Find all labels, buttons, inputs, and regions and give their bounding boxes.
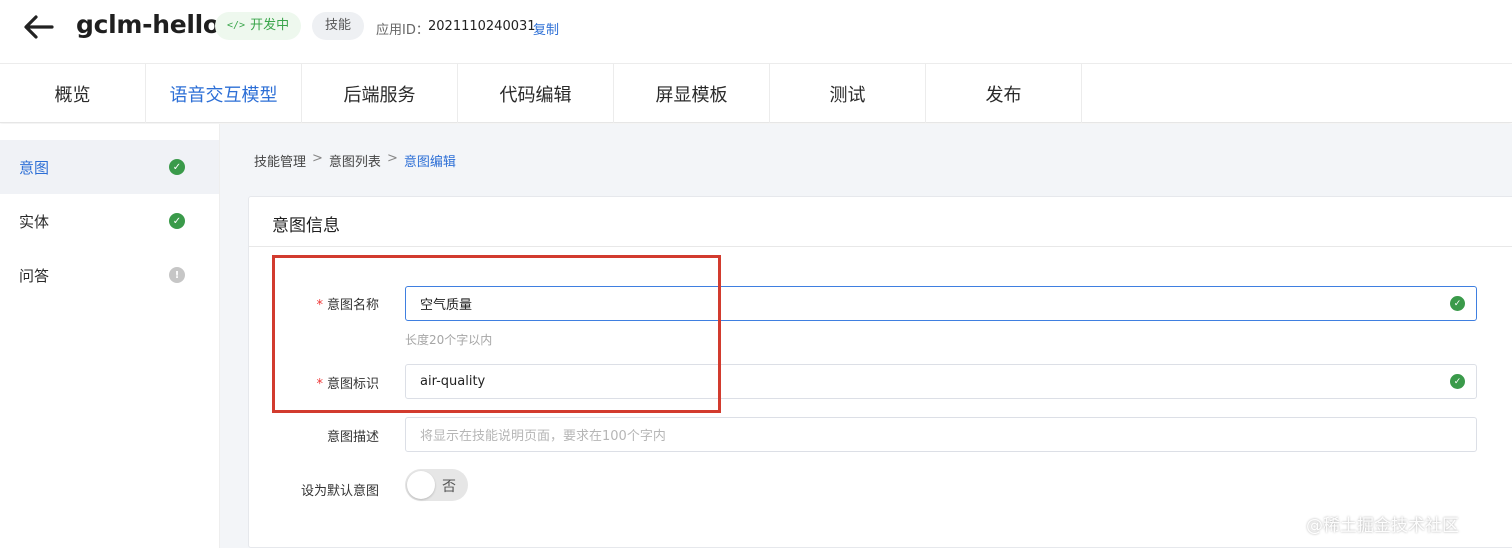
- intent-description-label: 意图描述: [326, 430, 379, 445]
- chevron-right-icon: >: [312, 151, 323, 166]
- intent-description-input[interactable]: 将显示在技能说明页面，要求在100个字内: [405, 417, 1477, 452]
- intent-name-input[interactable]: 空气质量 ✓: [405, 286, 1477, 321]
- code-icon: </>: [227, 20, 246, 31]
- intent-name-value: 空气质量: [420, 298, 473, 313]
- card-title: 意图信息: [272, 216, 340, 236]
- app-header: gclm-hello </> 开发中 技能 应用ID： 202111024003…: [0, 0, 1512, 64]
- type-badge: 技能: [312, 12, 365, 40]
- app-id-value: 2021110240031: [428, 19, 536, 34]
- app-title: gclm-hello: [76, 10, 220, 39]
- breadcrumb-intent-edit: 意图编辑: [403, 155, 456, 170]
- status-badge: </> 开发中: [215, 12, 302, 40]
- sidebar-item-entity[interactable]: 实体 ✓: [0, 194, 219, 248]
- breadcrumb-skill-management[interactable]: 技能管理: [254, 151, 306, 170]
- check-circle-icon: ✓: [169, 213, 185, 229]
- required-mark: *: [316, 377, 323, 392]
- chevron-right-icon: >: [386, 151, 398, 166]
- intent-description-placeholder: 将显示在技能说明页面，要求在100个字内: [420, 429, 666, 444]
- sidebar-item-intent[interactable]: 意图 ✓: [0, 140, 219, 194]
- breadcrumb: 技能管理 > 意图列表 > 意图编辑: [254, 151, 456, 170]
- exclamation-circle-icon: !: [169, 267, 185, 283]
- tab-code-editor[interactable]: 代码编辑: [458, 64, 614, 123]
- back-button[interactable]: [22, 12, 56, 42]
- tab-screen-template[interactable]: 屏显模板: [614, 64, 770, 123]
- required-mark: *: [316, 298, 323, 313]
- check-circle-icon: ✓: [1450, 374, 1465, 389]
- check-circle-icon: ✓: [169, 159, 185, 175]
- default-intent-label: 设为默认意图: [300, 484, 379, 499]
- sidebar-item-label: 问答: [19, 266, 50, 285]
- sidebar-item-qa[interactable]: 问答 !: [0, 248, 219, 302]
- breadcrumb-intent-list[interactable]: 意图列表: [329, 151, 381, 170]
- tab-voice-interaction-model[interactable]: 语音交互模型: [146, 64, 302, 123]
- sidebar: 意图 ✓ 实体 ✓ 问答 !: [0, 124, 220, 548]
- intent-info-card: 意图信息 * 意图名称 空气质量 ✓ 长度20个字以内 * 意图标识 air-qua…: [248, 196, 1512, 548]
- main-content: 技能管理 > 意图列表 > 意图编辑 意图信息 * 意图名称 空气质量 ✓ 长度2…: [220, 124, 1512, 548]
- tab-backend-service[interactable]: 后端服务: [302, 64, 458, 123]
- default-intent-toggle[interactable]: 否: [405, 469, 468, 501]
- intent-name-label: * 意图名称: [316, 298, 379, 313]
- copy-app-id-link[interactable]: 复制: [533, 19, 559, 38]
- intent-name-hint: 长度20个字以内: [405, 333, 493, 347]
- intent-identifier-input[interactable]: air-quality ✓: [405, 364, 1477, 399]
- toggle-knob: [407, 471, 435, 499]
- toggle-state-text: 否: [442, 479, 456, 495]
- intent-identifier-value: air-quality: [420, 374, 486, 389]
- app-id-label: 应用ID：: [376, 23, 429, 38]
- tab-test[interactable]: 测试: [770, 64, 926, 123]
- status-badge-label: 开发中: [250, 18, 290, 33]
- tab-publish[interactable]: 发布: [926, 64, 1082, 123]
- check-circle-icon: ✓: [1450, 296, 1465, 311]
- arrow-left-icon: [24, 15, 54, 39]
- tab-overview[interactable]: 概览: [0, 64, 146, 123]
- intent-identifier-label: * 意图标识: [316, 377, 379, 392]
- watermark: @稀土掘金技术社区: [1306, 516, 1459, 536]
- main-tabs: 概览 语音交互模型 后端服务 代码编辑 屏显模板 测试 发布: [0, 64, 1512, 123]
- sidebar-item-label: 意图: [19, 158, 50, 177]
- card-divider: [249, 246, 1512, 247]
- sidebar-item-label: 实体: [19, 212, 50, 231]
